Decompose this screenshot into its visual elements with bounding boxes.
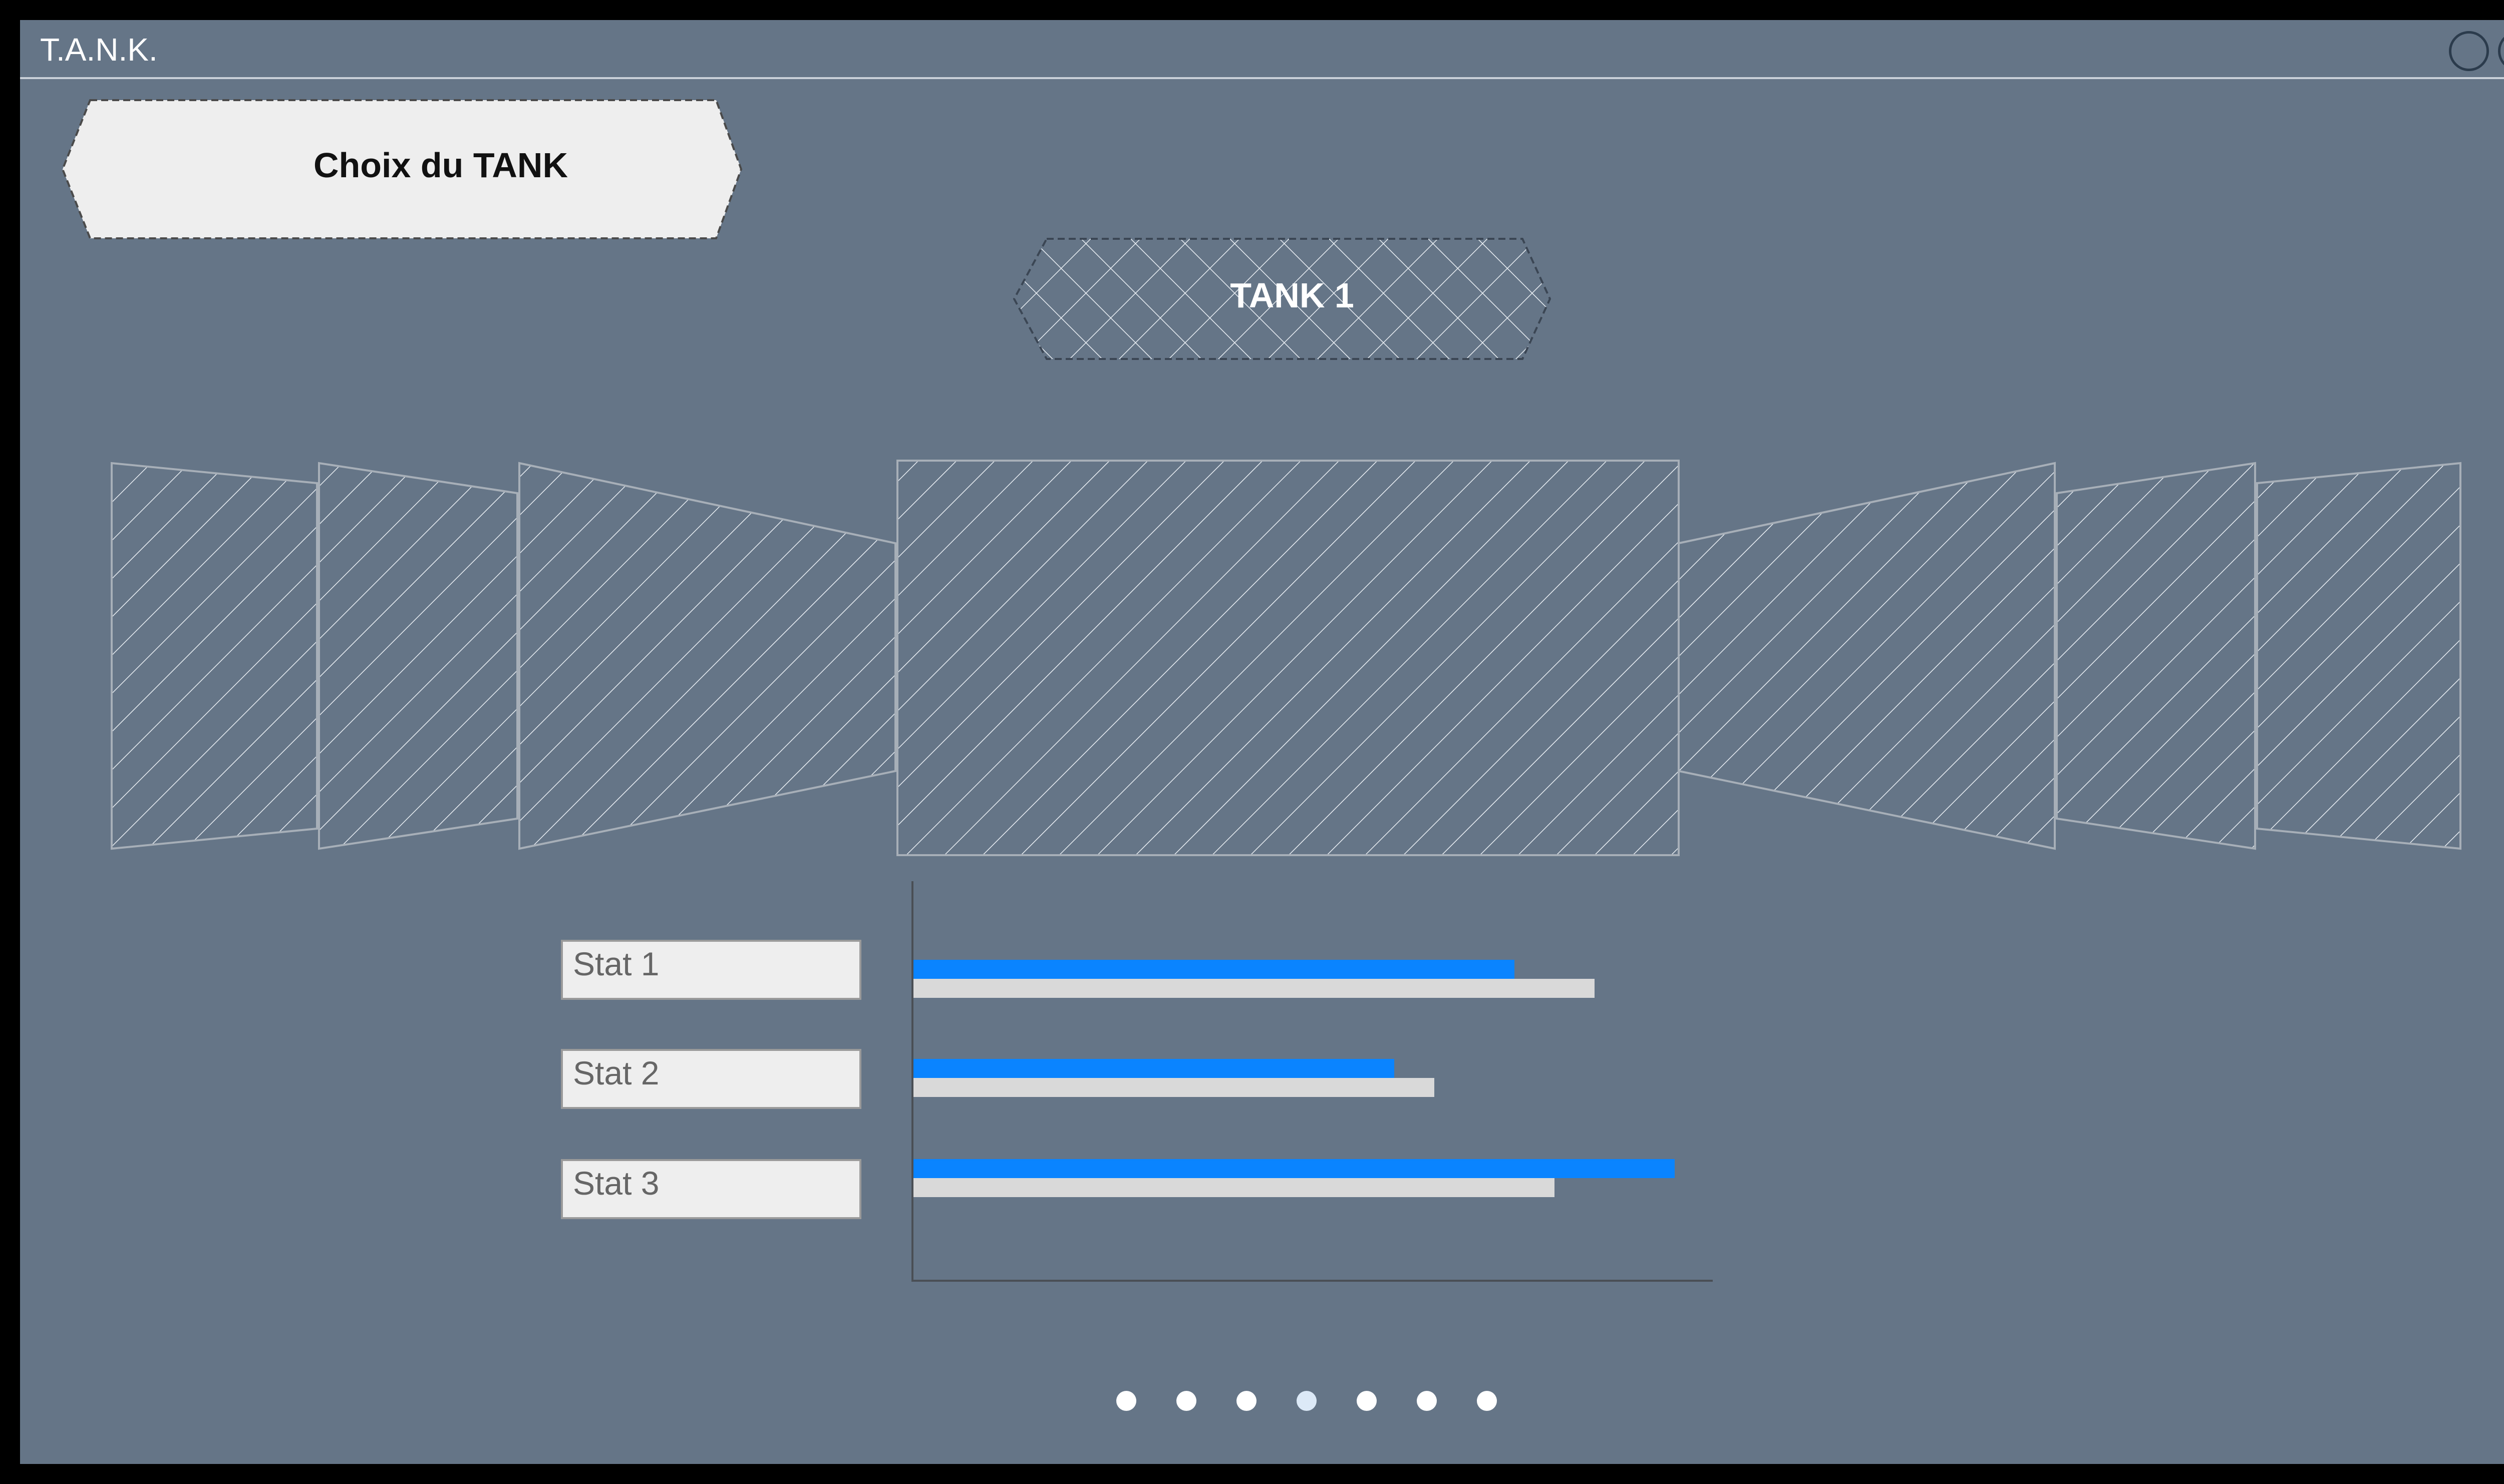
page-title: Choix du TANK <box>313 146 568 185</box>
carousel-item-selected[interactable] <box>896 460 1680 856</box>
pagination-dot-7[interactable] <box>1477 1391 1497 1411</box>
pagination-dot-6[interactable] <box>1417 1391 1437 1411</box>
stat-label-2: Stat 2 <box>561 1049 861 1109</box>
app-title: T.A.N.K. <box>40 32 158 68</box>
shape-layer <box>61 99 2461 1282</box>
stat-bar-2-secondary <box>913 1078 1434 1097</box>
pagination-dot-4[interactable] <box>1297 1391 1317 1411</box>
stat-bar-2-primary <box>913 1059 1394 1078</box>
app-window: T.A.N.K. Choix du TANK TANK 1 Stat 1 Sta… <box>20 20 2504 1464</box>
stat-bar-3-secondary <box>913 1178 1554 1197</box>
stats-chart <box>911 881 1713 1282</box>
carousel-item-6[interactable] <box>2056 462 2256 850</box>
title-bar: T.A.N.K. <box>20 20 2504 79</box>
stat-bar-1-secondary <box>913 979 1595 998</box>
carousel-item-2[interactable] <box>318 462 518 850</box>
minimize-icon[interactable] <box>2449 31 2489 71</box>
pagination-dot-2[interactable] <box>1176 1391 1196 1411</box>
carousel-item-5[interactable] <box>1678 462 2056 850</box>
pagination-dot-5[interactable] <box>1357 1391 1377 1411</box>
pagination-dot-3[interactable] <box>1236 1391 1257 1411</box>
maximize-icon[interactable] <box>2498 31 2504 71</box>
stat-label-3: Stat 3 <box>561 1159 861 1219</box>
carousel-item-7[interactable] <box>2256 462 2461 850</box>
tank-carousel <box>111 460 2461 856</box>
carousel-item-3[interactable] <box>518 462 896 850</box>
stat-bar-3-primary <box>913 1159 1675 1178</box>
stat-bar-1-primary <box>913 960 1514 979</box>
stat-label-1: Stat 1 <box>561 940 861 1000</box>
pagination-dot-1[interactable] <box>1116 1391 1136 1411</box>
selected-tank-name: TANK 1 <box>1230 276 1354 315</box>
carousel-item-1[interactable] <box>111 462 318 850</box>
